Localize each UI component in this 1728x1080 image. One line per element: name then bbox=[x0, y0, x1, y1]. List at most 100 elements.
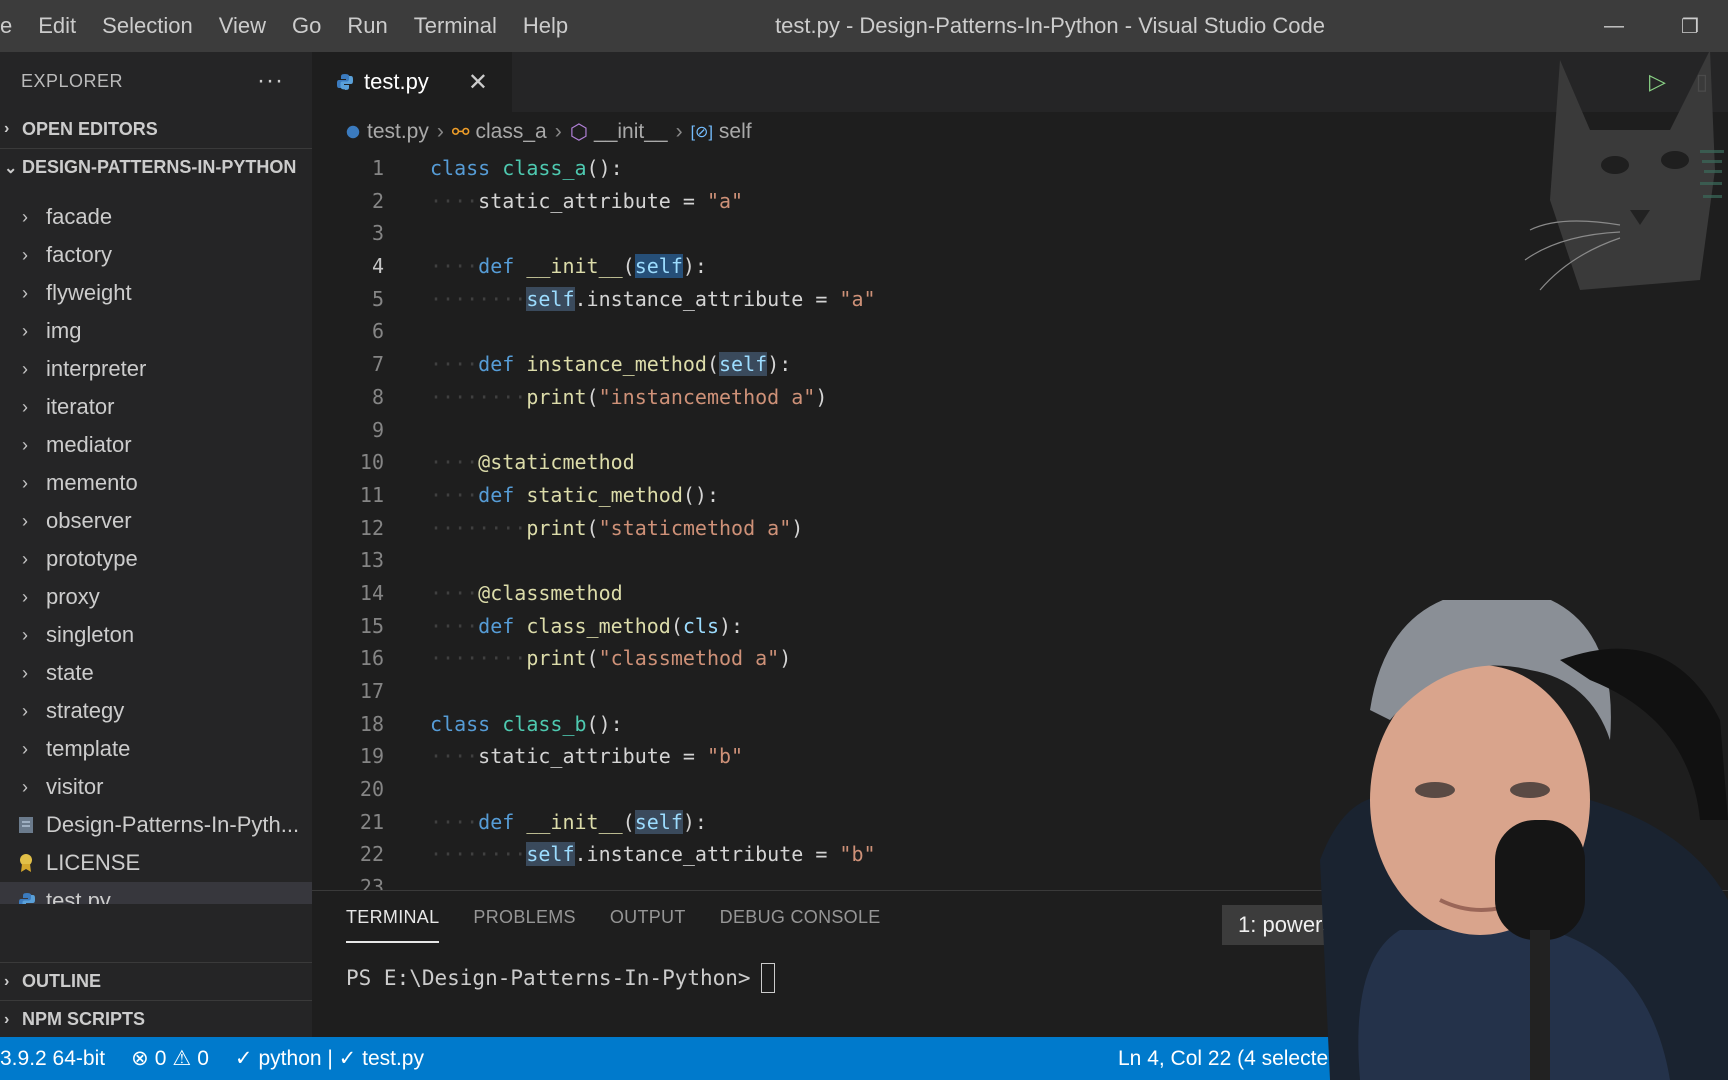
breadcrumb-class[interactable]: ⚯ class_a bbox=[452, 120, 547, 145]
menu-item[interactable]: Edit bbox=[25, 0, 89, 52]
file-tree: decorator ›facade›factory›flyweight›img›… bbox=[0, 186, 312, 904]
tab-test-py[interactable]: test.py ✕ bbox=[312, 52, 512, 112]
code-token: "staticmethod a" bbox=[598, 515, 792, 540]
tree-folder-img[interactable]: › img bbox=[0, 312, 312, 350]
npm-scripts-section[interactable]: › NPM SCRIPTS bbox=[0, 1000, 312, 1037]
breadcrumb: test.py › ⚯ class_a › ⬡ __init__ › [⊘] s… bbox=[312, 112, 1728, 152]
line-number: 10 bbox=[359, 450, 384, 475]
menu-item[interactable]: Selection bbox=[89, 0, 206, 52]
line-number: 19 bbox=[359, 744, 384, 769]
tree-folder-strategy[interactable]: › strategy bbox=[0, 692, 312, 730]
tree-folder-interpreter[interactable]: › interpreter bbox=[0, 350, 312, 388]
code-line: 9 bbox=[312, 414, 1728, 447]
code-token: def bbox=[478, 809, 527, 834]
code-token: "classmethod a" bbox=[598, 646, 780, 671]
linter-status[interactable]: ✓ python | ✓ test.py bbox=[235, 1046, 424, 1071]
tree-folder-template[interactable]: › template bbox=[0, 730, 312, 768]
outline-section[interactable]: › OUTLINE bbox=[0, 962, 312, 1000]
sidebar-bottom-sections: › OUTLINE › NPM SCRIPTS bbox=[0, 962, 312, 1037]
code-token: print bbox=[526, 646, 587, 671]
code-token: __init__ bbox=[526, 254, 623, 279]
code-token: ): bbox=[682, 809, 707, 834]
code-token: @classmethod bbox=[478, 580, 623, 605]
line-number: 22 bbox=[359, 842, 384, 867]
code-token: ( bbox=[706, 352, 720, 377]
code-token: __init__ bbox=[526, 809, 623, 834]
chevron-right-icon: › bbox=[22, 700, 28, 721]
code-line: 11 ····def static_method(): bbox=[312, 479, 1728, 512]
code-text: class class_b(): bbox=[430, 708, 623, 741]
tree-folder-memento[interactable]: › memento bbox=[0, 464, 312, 502]
code-line: 5 ········self.instance_attribute = "a" bbox=[312, 283, 1728, 316]
open-editors-section[interactable]: › OPEN EDITORS bbox=[0, 110, 312, 148]
menu-item[interactable]: e bbox=[0, 0, 25, 52]
cat-watermark-image bbox=[1524, 50, 1724, 291]
breadcrumb-method[interactable]: ⬡ __init__ bbox=[570, 120, 668, 145]
line-number: 15 bbox=[359, 613, 384, 638]
menu-item[interactable]: Go bbox=[279, 0, 334, 52]
code-text: ····static_attribute = "a" bbox=[430, 185, 743, 218]
code-text: ········print("instancemethod a") bbox=[430, 381, 827, 414]
panel-tab-problems[interactable]: PROBLEMS bbox=[473, 891, 575, 943]
code-token: = bbox=[682, 188, 707, 213]
chevron-right-icon: › bbox=[675, 120, 683, 143]
tree-folder-observer[interactable]: › observer bbox=[0, 502, 312, 540]
tree-folder-visitor[interactable]: › visitor bbox=[0, 768, 312, 806]
tree-folder-mediator[interactable]: › mediator bbox=[0, 426, 312, 464]
line-number: 3 bbox=[371, 221, 384, 246]
code-token: (): bbox=[682, 482, 720, 507]
code-token: ( bbox=[586, 646, 599, 671]
tree-file[interactable]: Design-Patterns-In-Pyth... bbox=[0, 806, 312, 844]
tab-label: test.py bbox=[364, 69, 429, 94]
line-number: 20 bbox=[359, 777, 384, 802]
panel-tab-terminal[interactable]: TERMINAL bbox=[346, 891, 440, 943]
tree-folder-facade[interactable]: › facade bbox=[0, 198, 312, 236]
tree-item-label: interpreter bbox=[46, 356, 147, 381]
breadcrumb-file[interactable]: test.py bbox=[345, 120, 429, 144]
linter-label: python | ✓ test.py bbox=[258, 1047, 424, 1070]
code-token: = bbox=[682, 744, 707, 769]
tree-folder-flyweight[interactable]: › flyweight bbox=[0, 274, 312, 312]
tree-file[interactable]: LICENSE bbox=[0, 844, 312, 882]
terminal-line[interactable]: PS E:\Design-Patterns-In-Python> bbox=[346, 963, 775, 993]
panel-tab-debug-console[interactable]: DEBUG CONSOLE bbox=[720, 891, 881, 943]
project-section[interactable]: ⌄ DESIGN-PATTERNS-IN-PYTHON bbox=[0, 148, 312, 186]
tree-folder-proxy[interactable]: › proxy bbox=[0, 578, 312, 616]
python-file-icon bbox=[346, 125, 360, 139]
chevron-right-icon: › bbox=[22, 244, 28, 265]
tree-folder-prototype[interactable]: › prototype bbox=[0, 540, 312, 578]
code-token: self bbox=[719, 352, 768, 377]
menu-item[interactable]: Help bbox=[510, 0, 581, 52]
tree-folder-singleton[interactable]: › singleton bbox=[0, 616, 312, 654]
method-symbol-icon: ⬡ bbox=[569, 120, 589, 144]
line-number: 14 bbox=[359, 580, 384, 605]
code-text: ········self.instance_attribute = "b" bbox=[430, 838, 876, 871]
line-number: 16 bbox=[359, 646, 384, 671]
code-token: = bbox=[815, 842, 840, 867]
menu-item[interactable]: Terminal bbox=[401, 0, 510, 52]
tree-folder-iterator[interactable]: › iterator bbox=[0, 388, 312, 426]
code-token: ) bbox=[779, 646, 792, 671]
tree-file[interactable]: test.py bbox=[0, 882, 312, 904]
line-number: 17 bbox=[359, 679, 384, 703]
line-number: 8 bbox=[371, 384, 384, 409]
code-text: ····def __init__(self): bbox=[430, 806, 707, 839]
more-actions-icon[interactable]: ··· bbox=[257, 67, 284, 95]
code-token: self bbox=[634, 809, 683, 834]
code-token: .instance_attribute bbox=[574, 842, 816, 867]
code-token: ) bbox=[815, 384, 828, 409]
tree-folder-factory[interactable]: › factory bbox=[0, 236, 312, 274]
chevron-right-icon: › bbox=[22, 510, 28, 531]
menu-item[interactable]: Run bbox=[334, 0, 400, 52]
panel-tab-output[interactable]: OUTPUT bbox=[610, 891, 686, 943]
code-token: "a" bbox=[706, 188, 744, 213]
tree-item-partial[interactable]: decorator bbox=[46, 186, 139, 194]
code-token: ···· bbox=[430, 482, 479, 507]
tree-folder-state[interactable]: › state bbox=[0, 654, 312, 692]
chevron-right-icon: › bbox=[22, 320, 28, 341]
interpreter-status[interactable]: 3.9.2 64-bit bbox=[0, 1047, 105, 1071]
close-icon[interactable]: ✕ bbox=[468, 68, 488, 97]
problems-status[interactable]: ⊗ 0 ⚠ 0 bbox=[131, 1046, 209, 1071]
breadcrumb-param[interactable]: [⊘] self bbox=[691, 120, 752, 144]
menu-item[interactable]: View bbox=[206, 0, 279, 52]
